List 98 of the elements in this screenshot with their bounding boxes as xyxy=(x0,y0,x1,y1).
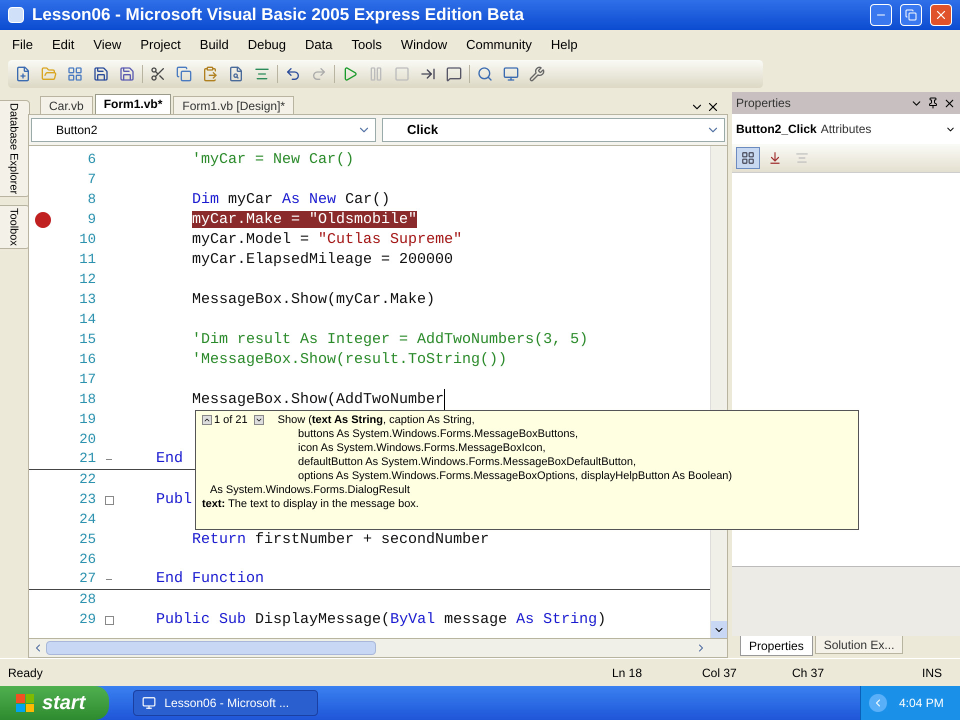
code-line: Public Sub DisplayMessage(ByVal message As String) xyxy=(155,610,606,630)
code-line: MessageBox.Show(myCar.Make) xyxy=(191,290,436,310)
menu-item[interactable]: View xyxy=(93,35,122,55)
line-number: 6 xyxy=(86,150,97,170)
line-number: 20 xyxy=(78,430,97,450)
line-number: 19 xyxy=(78,410,97,430)
line-number: 10 xyxy=(78,230,97,250)
breakpoint-icon[interactable] xyxy=(34,212,50,228)
code-line: Return firstNumber + secondNumber xyxy=(191,530,490,550)
line-number: 15 xyxy=(78,330,97,350)
restore-icon xyxy=(905,9,917,21)
overload-counter: 1 of 21 xyxy=(214,413,248,427)
task-label: Lesson06 - Microsoft ... xyxy=(164,695,290,712)
code-line: End Function xyxy=(155,569,264,590)
chevron-up-icon xyxy=(203,416,211,424)
parameter-description: text: The text to display in the message box. xyxy=(202,498,419,510)
code-line: 'MessageBox.Show(result.ToString()) xyxy=(191,350,508,370)
panel-title: Properties xyxy=(736,95,792,112)
taskbar-task[interactable]: Lesson06 - Microsoft ... xyxy=(133,690,318,716)
close-icon[interactable] xyxy=(706,100,720,114)
monitor-icon xyxy=(142,696,156,710)
signature-text: Show (text As String, caption As String, xyxy=(278,413,475,427)
insert-mode-indicator: INS xyxy=(922,664,944,682)
line-number: 14 xyxy=(78,310,97,330)
menu-item[interactable]: Help xyxy=(550,35,578,55)
line-number: 28 xyxy=(78,590,97,610)
menu-item[interactable]: Window xyxy=(400,35,448,55)
line-number: 18 xyxy=(78,390,97,410)
object-dropdown[interactable]: Button2 xyxy=(31,118,376,142)
char-indicator: Ch 37 xyxy=(792,664,826,682)
code-line: myCar.ElapsedMileage = 200000 xyxy=(191,250,454,270)
column-indicator: Col 37 xyxy=(702,664,738,682)
menu-item[interactable]: Tools xyxy=(351,35,382,55)
chevron-down-icon xyxy=(254,416,263,424)
document-tab[interactable]: Car.vb xyxy=(40,96,93,114)
menu-item[interactable]: File xyxy=(12,35,33,55)
minimize-button[interactable] xyxy=(870,4,892,26)
document-tab[interactable]: Form1.vb* xyxy=(94,94,172,114)
code-line: 'myCar = New Car() xyxy=(191,150,354,170)
code-line: myCar.Model = "Cutlas Supreme" xyxy=(191,230,462,250)
menu-item[interactable]: Project xyxy=(140,35,181,55)
close-icon[interactable] xyxy=(943,96,956,110)
code-line: Dim myCar As New Car() xyxy=(191,190,390,210)
dock-tab[interactable]: Database Explorer xyxy=(0,100,30,198)
pin-icon[interactable] xyxy=(927,97,939,109)
panel-tab[interactable]: Solution Ex... xyxy=(814,636,904,654)
menu-item[interactable]: Debug xyxy=(248,35,286,55)
line-number: 21 xyxy=(78,450,97,469)
object-selector[interactable]: Button2_Click Attributes xyxy=(732,114,960,144)
horizontal-scrollbar[interactable] xyxy=(28,638,728,658)
event-dropdown[interactable]: Click xyxy=(382,118,725,142)
signature-text: options As System.Windows.Forms.MessageBoxOptions, displayHelpButton As Boolean) xyxy=(298,470,732,482)
collapse-icon[interactable] xyxy=(104,616,114,624)
collapse-icon[interactable] xyxy=(104,496,114,504)
scrollbar-thumb[interactable] xyxy=(46,641,376,655)
panel-tab[interactable]: Properties xyxy=(740,636,813,656)
clock: 4:04 PM xyxy=(899,695,944,712)
status-message: Ready xyxy=(8,664,44,682)
line-number: 27 xyxy=(78,570,97,589)
line-number: 17 xyxy=(78,370,97,390)
next-overload-button[interactable] xyxy=(254,415,264,425)
code-line: Publ xyxy=(155,490,192,510)
previous-overload-button[interactable] xyxy=(202,415,212,425)
restore-button[interactable] xyxy=(900,4,922,26)
menu-item[interactable]: Data xyxy=(305,35,332,55)
line-number: 26 xyxy=(78,550,97,570)
expand-tray-icon[interactable] xyxy=(869,694,887,712)
line-number: 9 xyxy=(86,210,97,230)
menu-item[interactable]: Edit xyxy=(52,35,74,55)
scroll-down-button[interactable] xyxy=(711,621,727,638)
code-line: End xyxy=(155,449,184,470)
line-number: 7 xyxy=(86,170,97,190)
line-number: 25 xyxy=(78,530,97,550)
return-type-text: As System.Windows.Forms.DialogResult xyxy=(210,484,410,496)
signature-text: defaultButton As System.Windows.Forms.MessageBoxDefaultButton, xyxy=(298,456,636,468)
line-number: 29 xyxy=(78,610,97,630)
window-title: Lesson06 - Microsoft Visual Basic 2005 Express Edition Beta xyxy=(32,4,525,26)
app-icon xyxy=(8,7,24,23)
dock-tab[interactable]: Toolbox xyxy=(0,205,30,250)
categorized-icon[interactable] xyxy=(736,147,760,169)
windows-flag-icon xyxy=(16,694,34,712)
line-number: 16 xyxy=(78,350,97,370)
line-number: 23 xyxy=(78,490,97,510)
document-tab[interactable]: Form1.vb [Design]* xyxy=(173,96,294,114)
menu-item[interactable]: Community xyxy=(466,35,532,55)
code-line: 'Dim result As Integer = AddTwoNumbers(3, 5) xyxy=(191,330,588,350)
line-number: 13 xyxy=(78,290,97,310)
line-number: 22 xyxy=(78,470,97,490)
close-button[interactable] xyxy=(930,4,952,26)
close-icon xyxy=(934,8,948,22)
line-number: 12 xyxy=(78,270,97,290)
signature-text: icon As System.Windows.Forms.MessageBoxIcon, xyxy=(298,442,546,454)
line-number: 24 xyxy=(78,510,97,530)
line-number: 8 xyxy=(86,190,97,210)
line-number: 11 xyxy=(78,250,97,270)
menu-item[interactable]: Build xyxy=(200,35,229,55)
signature-text: buttons As System.Windows.Forms.MessageBoxButtons, xyxy=(298,428,578,440)
line-indicator: Ln 18 xyxy=(612,664,644,682)
